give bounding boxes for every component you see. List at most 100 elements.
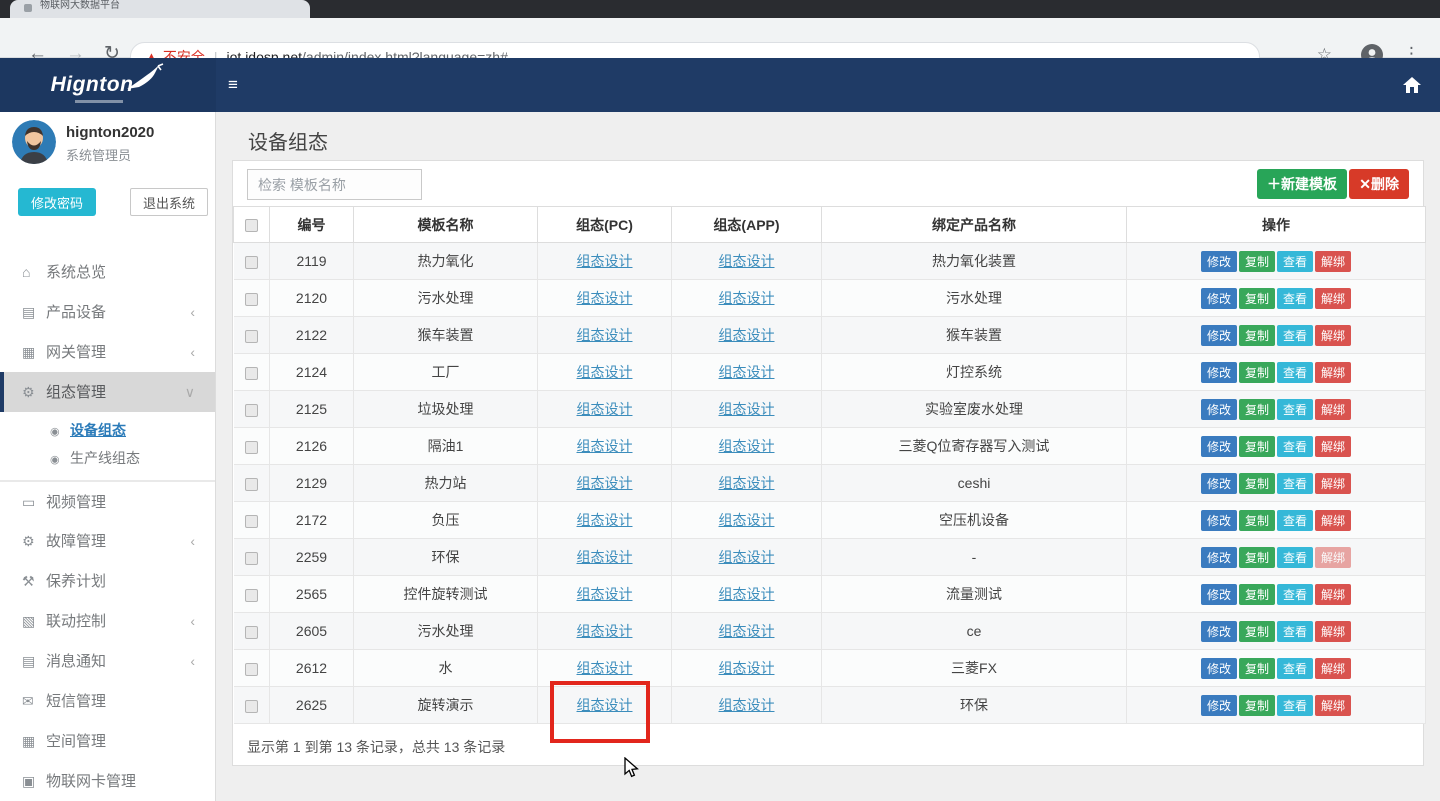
sidebar-item-系统总览[interactable]: ⌂系统总览 — [0, 252, 215, 292]
row-checkbox[interactable] — [234, 465, 270, 502]
sidebar-item-联动控制[interactable]: ▧联动控制‹ — [0, 601, 215, 641]
delete-button[interactable]: ✕删除 — [1349, 169, 1409, 199]
sidebar-toggle-icon[interactable]: ≡ — [228, 75, 238, 95]
config-pc-link[interactable]: 组态设计 — [577, 327, 633, 343]
config-app-link[interactable]: 组态设计 — [719, 512, 775, 528]
action-解绑-button[interactable]: 解绑 — [1315, 584, 1351, 605]
row-checkbox[interactable] — [234, 576, 270, 613]
action-修改-button[interactable]: 修改 — [1201, 621, 1237, 642]
action-查看-button[interactable]: 查看 — [1277, 510, 1313, 531]
action-复制-button[interactable]: 复制 — [1239, 251, 1275, 272]
config-pc-link[interactable]: 组态设计 — [577, 401, 633, 417]
action-修改-button[interactable]: 修改 — [1201, 473, 1237, 494]
action-查看-button[interactable]: 查看 — [1277, 621, 1313, 642]
action-解绑-button[interactable]: 解绑 — [1315, 510, 1351, 531]
config-pc-link[interactable]: 组态设计 — [577, 290, 633, 306]
logout-button[interactable]: 退出系统 — [130, 188, 208, 216]
action-修改-button[interactable]: 修改 — [1201, 251, 1237, 272]
action-复制-button[interactable]: 复制 — [1239, 473, 1275, 494]
sidebar-subitem-设备组态[interactable]: ◉设备组态 — [0, 416, 215, 444]
action-解绑-button[interactable]: 解绑 — [1315, 399, 1351, 420]
row-checkbox[interactable] — [234, 317, 270, 354]
action-解绑-button[interactable]: 解绑 — [1315, 547, 1351, 568]
action-解绑-button[interactable]: 解绑 — [1315, 251, 1351, 272]
action-复制-button[interactable]: 复制 — [1239, 658, 1275, 679]
action-查看-button[interactable]: 查看 — [1277, 362, 1313, 383]
row-checkbox[interactable] — [234, 428, 270, 465]
config-app-link[interactable]: 组态设计 — [719, 697, 775, 713]
row-checkbox[interactable] — [234, 354, 270, 391]
sidebar-item-空间管理[interactable]: ▦空间管理 — [0, 721, 215, 761]
action-查看-button[interactable]: 查看 — [1277, 584, 1313, 605]
action-修改-button[interactable]: 修改 — [1201, 325, 1237, 346]
action-解绑-button[interactable]: 解绑 — [1315, 658, 1351, 679]
action-解绑-button[interactable]: 解绑 — [1315, 621, 1351, 642]
action-修改-button[interactable]: 修改 — [1201, 695, 1237, 716]
action-修改-button[interactable]: 修改 — [1201, 362, 1237, 383]
home-icon[interactable] — [1402, 75, 1422, 95]
row-checkbox[interactable] — [234, 539, 270, 576]
action-解绑-button[interactable]: 解绑 — [1315, 288, 1351, 309]
row-checkbox[interactable] — [234, 391, 270, 428]
action-复制-button[interactable]: 复制 — [1239, 695, 1275, 716]
sidebar-subitem-生产线组态[interactable]: ◉生产线组态 — [0, 444, 215, 472]
search-input[interactable] — [247, 169, 422, 200]
config-app-link[interactable]: 组态设计 — [719, 438, 775, 454]
sidebar-item-组态管理[interactable]: ⚙组态管理∨ — [0, 372, 215, 412]
action-解绑-button[interactable]: 解绑 — [1315, 325, 1351, 346]
select-all-checkbox[interactable] — [234, 207, 270, 243]
row-checkbox[interactable] — [234, 502, 270, 539]
config-app-link[interactable]: 组态设计 — [719, 660, 775, 676]
action-查看-button[interactable]: 查看 — [1277, 547, 1313, 568]
config-pc-link[interactable]: 组态设计 — [577, 586, 633, 602]
action-修改-button[interactable]: 修改 — [1201, 658, 1237, 679]
action-复制-button[interactable]: 复制 — [1239, 325, 1275, 346]
action-复制-button[interactable]: 复制 — [1239, 399, 1275, 420]
config-app-link[interactable]: 组态设计 — [719, 586, 775, 602]
action-查看-button[interactable]: 查看 — [1277, 473, 1313, 494]
config-pc-link[interactable]: 组态设计 — [577, 253, 633, 269]
action-修改-button[interactable]: 修改 — [1201, 510, 1237, 531]
row-checkbox[interactable] — [234, 280, 270, 317]
action-查看-button[interactable]: 查看 — [1277, 695, 1313, 716]
config-pc-link[interactable]: 组态设计 — [577, 623, 633, 639]
config-app-link[interactable]: 组态设计 — [719, 549, 775, 565]
config-pc-link[interactable]: 组态设计 — [577, 475, 633, 491]
action-复制-button[interactable]: 复制 — [1239, 288, 1275, 309]
sidebar-item-保养计划[interactable]: ⚒保养计划 — [0, 561, 215, 601]
change-password-button[interactable]: 修改密码 — [18, 188, 96, 216]
action-修改-button[interactable]: 修改 — [1201, 547, 1237, 568]
action-查看-button[interactable]: 查看 — [1277, 399, 1313, 420]
config-app-link[interactable]: 组态设计 — [719, 401, 775, 417]
row-checkbox[interactable] — [234, 613, 270, 650]
action-解绑-button[interactable]: 解绑 — [1315, 473, 1351, 494]
avatar[interactable] — [12, 120, 56, 164]
action-复制-button[interactable]: 复制 — [1239, 362, 1275, 383]
config-app-link[interactable]: 组态设计 — [719, 290, 775, 306]
config-app-link[interactable]: 组态设计 — [719, 327, 775, 343]
logo[interactable]: Hignton — [0, 58, 216, 112]
config-app-link[interactable]: 组态设计 — [719, 475, 775, 491]
action-修改-button[interactable]: 修改 — [1201, 288, 1237, 309]
config-pc-link[interactable]: 组态设计 — [577, 512, 633, 528]
config-app-link[interactable]: 组态设计 — [719, 364, 775, 380]
action-复制-button[interactable]: 复制 — [1239, 584, 1275, 605]
sidebar-item-物联网卡管理[interactable]: ▣物联网卡管理 — [0, 761, 215, 801]
action-修改-button[interactable]: 修改 — [1201, 399, 1237, 420]
sidebar-item-视频管理[interactable]: ▭视频管理 — [0, 481, 215, 521]
action-查看-button[interactable]: 查看 — [1277, 288, 1313, 309]
config-app-link[interactable]: 组态设计 — [719, 253, 775, 269]
sidebar-item-短信管理[interactable]: ✉短信管理 — [0, 681, 215, 721]
action-查看-button[interactable]: 查看 — [1277, 325, 1313, 346]
row-checkbox[interactable] — [234, 243, 270, 280]
sidebar-item-消息通知[interactable]: ▤消息通知‹ — [0, 641, 215, 681]
new-template-button[interactable]: ＋新建模板 — [1257, 169, 1347, 199]
row-checkbox[interactable] — [234, 650, 270, 687]
action-复制-button[interactable]: 复制 — [1239, 547, 1275, 568]
action-查看-button[interactable]: 查看 — [1277, 436, 1313, 457]
config-pc-link[interactable]: 组态设计 — [577, 438, 633, 454]
action-修改-button[interactable]: 修改 — [1201, 436, 1237, 457]
row-checkbox[interactable] — [234, 687, 270, 724]
action-解绑-button[interactable]: 解绑 — [1315, 695, 1351, 716]
config-pc-link[interactable]: 组态设计 — [577, 660, 633, 676]
